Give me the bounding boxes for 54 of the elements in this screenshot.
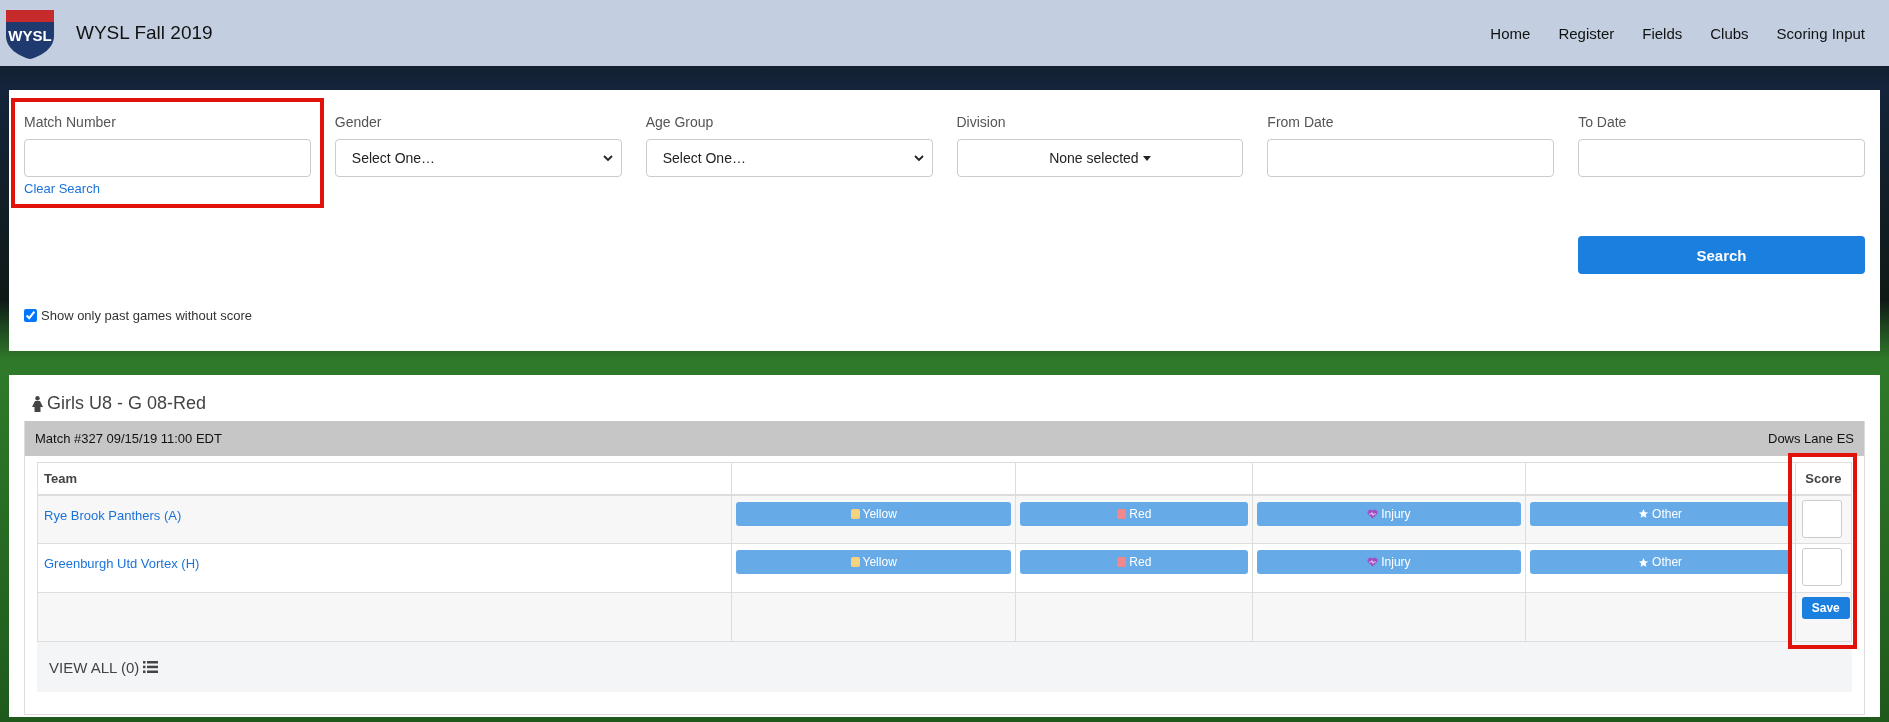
action-button[interactable]: Yellow (736, 501, 1012, 526)
star-icon (1638, 556, 1650, 568)
chevron-icon (913, 154, 924, 162)
save-button[interactable]: Save (1801, 597, 1850, 619)
checkbox[interactable] (24, 309, 37, 322)
search-button[interactable]: Search (1578, 236, 1865, 274)
field-label: To Date (1578, 114, 1628, 130)
action-button[interactable]: Other (1529, 550, 1791, 574)
field-label: Match Number (24, 114, 117, 130)
text-field[interactable] (1578, 139, 1865, 177)
column-header: Score (1795, 462, 1852, 495)
column-header: Team (37, 462, 732, 495)
chevron-icon (602, 154, 613, 162)
nav-link[interactable]: Clubs (1696, 24, 1763, 42)
checkbox-label: Show only past games without score (41, 308, 252, 323)
card-icon (1117, 557, 1127, 567)
nav-link[interactable]: Register (1544, 24, 1629, 42)
site-title: WYSL Fall 2019 (76, 22, 214, 44)
field-label: Age Group (645, 114, 715, 130)
field-label: Division (956, 114, 1007, 130)
score-field[interactable] (1801, 499, 1842, 538)
team-link[interactable]: Greenburgh Utd Vortex (H) (44, 556, 200, 571)
nav-link[interactable]: Scoring Input (1762, 24, 1865, 42)
nav-link[interactable]: Fields (1628, 24, 1697, 42)
text-field[interactable] (24, 139, 311, 177)
heart-icon (1367, 508, 1379, 519)
select-field[interactable]: Select One… (645, 139, 933, 177)
action-button[interactable]: Yellow (736, 550, 1012, 574)
group-title: Girls U8 - G 08-Red (47, 393, 207, 414)
score-field[interactable] (1801, 548, 1842, 586)
match-info: Match #327 09/15/19 11:00 EDT (35, 431, 222, 446)
field-label: From Date (1267, 114, 1335, 130)
dropdown-button[interactable]: None selected (956, 139, 1244, 177)
card-icon (1117, 508, 1127, 519)
nav-link[interactable]: Home (1476, 24, 1545, 42)
girl-icon (32, 395, 43, 412)
card-icon (850, 508, 860, 519)
star-icon (1638, 508, 1650, 519)
match-location: Dows Lane ES (1768, 431, 1854, 446)
team-link[interactable]: Rye Brook Panthers (A) (44, 507, 182, 523)
select-field[interactable]: Select One… (334, 139, 622, 177)
view-all-link[interactable]: VIEW ALL (0) (49, 658, 140, 676)
caret-icon (1142, 155, 1151, 161)
field-label: Gender (334, 114, 383, 130)
action-button[interactable]: Red (1020, 550, 1249, 574)
action-button[interactable]: Injury (1257, 501, 1521, 526)
action-button[interactable]: Other (1529, 501, 1791, 526)
list-icon (143, 661, 159, 673)
text-field[interactable] (1267, 139, 1555, 177)
clear-search-link[interactable]: Clear Search (24, 181, 311, 196)
action-button[interactable]: Injury (1257, 550, 1521, 574)
heart-icon (1367, 557, 1379, 567)
card-icon (850, 557, 860, 567)
action-button[interactable]: Red (1020, 501, 1249, 526)
